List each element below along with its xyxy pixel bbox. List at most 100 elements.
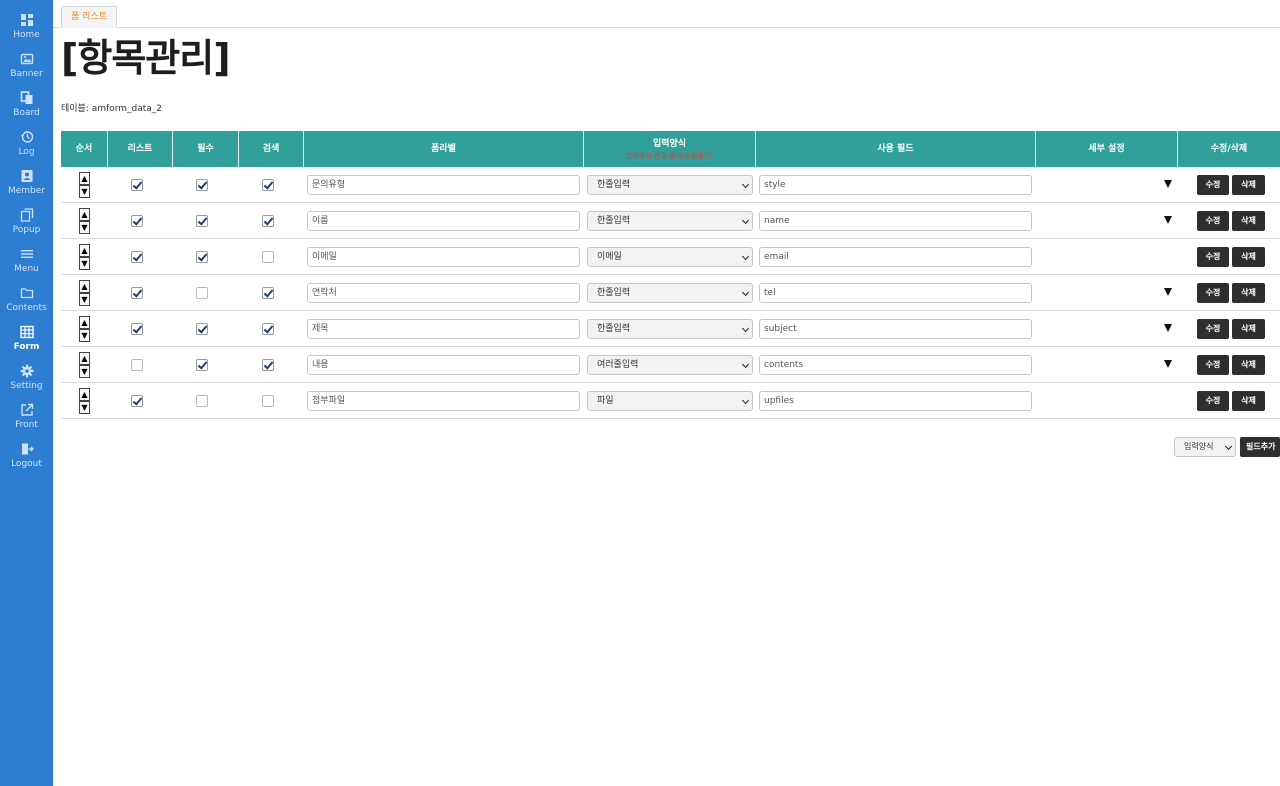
move-down-button[interactable]: ▼: [79, 221, 90, 234]
search-checkbox[interactable]: [262, 359, 274, 371]
edit-button[interactable]: 수정: [1197, 391, 1229, 411]
sidebar-item-form[interactable]: Form: [0, 324, 53, 362]
delete-button[interactable]: 삭제: [1232, 391, 1265, 411]
list-checkbox[interactable]: [131, 323, 143, 335]
expand-detail-icon[interactable]: [1164, 180, 1172, 188]
list-checkbox[interactable]: [131, 395, 143, 407]
image-icon: [20, 51, 34, 65]
form-label-input[interactable]: 이름: [307, 211, 580, 231]
order-control: ▲ ▼: [79, 388, 90, 414]
delete-button[interactable]: 삭제: [1232, 283, 1265, 303]
sidebar-item-log[interactable]: Log: [0, 129, 53, 167]
sidebar-item-popup[interactable]: Popup: [0, 207, 53, 245]
sidebar-item-front[interactable]: Front: [0, 402, 53, 440]
field-name-input[interactable]: name: [759, 211, 1032, 231]
input-type-select[interactable]: 입력양식: [1174, 437, 1236, 457]
sidebar-item-contents[interactable]: Contents: [0, 285, 53, 323]
input-type-select[interactable]: 한줄입력: [587, 319, 753, 339]
move-up-button[interactable]: ▲: [79, 388, 90, 401]
list-checkbox[interactable]: [131, 251, 143, 263]
move-down-button[interactable]: ▼: [79, 365, 90, 378]
move-down-button[interactable]: ▼: [79, 185, 90, 198]
required-checkbox[interactable]: [196, 323, 208, 335]
move-down-button[interactable]: ▼: [79, 293, 90, 306]
expand-detail-icon[interactable]: [1164, 360, 1172, 368]
header-input-type-note: 입력양식 변경 불가(수정불가): [625, 152, 714, 160]
edit-button[interactable]: 수정: [1197, 175, 1229, 195]
move-up-button[interactable]: ▲: [79, 208, 90, 221]
required-checkbox[interactable]: [196, 215, 208, 227]
field-name-input[interactable]: tel: [759, 283, 1032, 303]
delete-button[interactable]: 삭제: [1232, 175, 1265, 195]
expand-detail-icon[interactable]: [1164, 288, 1172, 296]
move-down-button[interactable]: ▼: [79, 329, 90, 342]
form-label-input[interactable]: 연락처: [307, 283, 580, 303]
move-down-button[interactable]: ▼: [79, 257, 90, 270]
sidebar-item-home[interactable]: Home: [0, 12, 53, 50]
search-checkbox[interactable]: [262, 251, 274, 263]
sidebar-item-label: Logout: [11, 459, 42, 469]
table-row: ▲ ▼ 연락처 한줄입력 tel 수정 삭제: [61, 275, 1280, 311]
input-type-select[interactable]: 파일: [587, 391, 753, 411]
list-checkbox[interactable]: [131, 287, 143, 299]
input-type-select[interactable]: 한줄입력: [587, 283, 753, 303]
search-checkbox[interactable]: [262, 323, 274, 335]
delete-button[interactable]: 삭제: [1232, 319, 1265, 339]
form-label-input[interactable]: 문의유형: [307, 175, 580, 195]
field-name-input[interactable]: email: [759, 247, 1032, 267]
required-checkbox[interactable]: [196, 179, 208, 191]
list-checkbox[interactable]: [131, 215, 143, 227]
field-name-input[interactable]: style: [759, 175, 1032, 195]
form-label-input[interactable]: 첨부파일: [307, 391, 580, 411]
edit-button[interactable]: 수정: [1197, 211, 1229, 231]
search-checkbox[interactable]: [262, 395, 274, 407]
field-name-input[interactable]: contents: [759, 355, 1032, 375]
list-checkbox[interactable]: [131, 359, 143, 371]
tab-form-list[interactable]: 폼 리스트: [61, 6, 117, 28]
search-checkbox[interactable]: [262, 179, 274, 191]
sidebar-item-label: Menu: [14, 264, 39, 274]
delete-button[interactable]: 삭제: [1232, 355, 1265, 375]
input-type-value: 여러줄입력: [597, 360, 639, 370]
sidebar-item-menu[interactable]: Menu: [0, 246, 53, 284]
required-checkbox[interactable]: [196, 287, 208, 299]
move-up-button[interactable]: ▲: [79, 352, 90, 365]
sidebar-item-logout[interactable]: Logout: [0, 441, 53, 479]
delete-button[interactable]: 삭제: [1232, 247, 1265, 267]
field-name-input[interactable]: subject: [759, 319, 1032, 339]
edit-button[interactable]: 수정: [1197, 319, 1229, 339]
edit-button[interactable]: 수정: [1197, 355, 1229, 375]
move-up-button[interactable]: ▲: [79, 316, 90, 329]
required-checkbox[interactable]: [196, 395, 208, 407]
sidebar-item-board[interactable]: Board: [0, 90, 53, 128]
sidebar-item-member[interactable]: Member: [0, 168, 53, 206]
input-type-select[interactable]: 이메일: [587, 247, 753, 267]
sidebar-item-label: Log: [18, 147, 35, 157]
move-up-button[interactable]: ▲: [79, 280, 90, 293]
history-icon: [20, 129, 34, 143]
expand-detail-icon[interactable]: [1164, 216, 1172, 224]
move-down-button[interactable]: ▼: [79, 401, 90, 414]
required-checkbox[interactable]: [196, 251, 208, 263]
delete-button[interactable]: 삭제: [1232, 211, 1265, 231]
search-checkbox[interactable]: [262, 215, 274, 227]
form-label-input[interactable]: 이메일: [307, 247, 580, 267]
form-label-input[interactable]: 제목: [307, 319, 580, 339]
sidebar-item-setting[interactable]: Setting: [0, 363, 53, 401]
list-checkbox[interactable]: [131, 179, 143, 191]
expand-detail-icon[interactable]: [1164, 324, 1172, 332]
edit-button[interactable]: 수정: [1197, 247, 1229, 267]
sidebar-item-banner[interactable]: Banner: [0, 51, 53, 89]
form-label-input[interactable]: 내용: [307, 355, 580, 375]
input-type-select[interactable]: 여러줄입력: [587, 355, 753, 375]
input-type-select[interactable]: 한줄입력: [587, 211, 753, 231]
required-checkbox[interactable]: [196, 359, 208, 371]
add-field-button[interactable]: 필드추가: [1240, 437, 1280, 457]
move-up-button[interactable]: ▲: [79, 244, 90, 257]
input-type-value: 파일: [597, 396, 614, 406]
move-up-button[interactable]: ▲: [79, 172, 90, 185]
edit-button[interactable]: 수정: [1197, 283, 1229, 303]
input-type-select[interactable]: 한줄입력: [587, 175, 753, 195]
field-name-input[interactable]: upfiles: [759, 391, 1032, 411]
search-checkbox[interactable]: [262, 287, 274, 299]
